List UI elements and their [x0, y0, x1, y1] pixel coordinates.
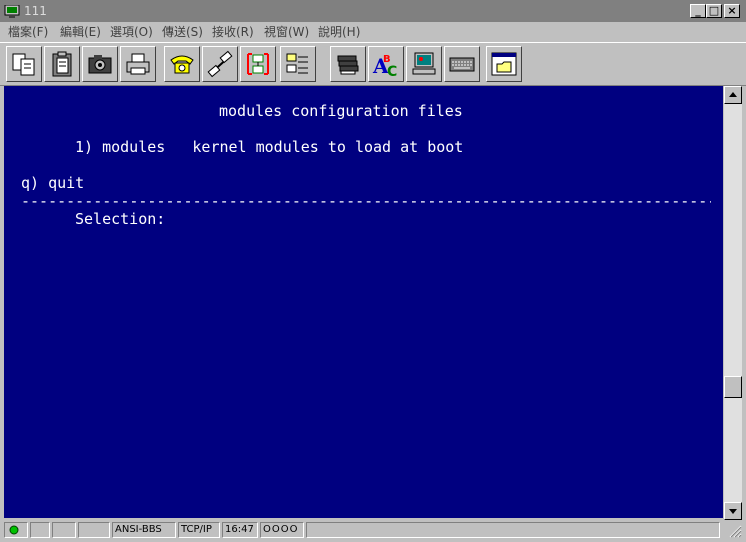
- scroll-up-button[interactable]: [724, 86, 742, 104]
- toolbar-copy-button[interactable]: [6, 46, 42, 82]
- menu-help[interactable]: 說明(H): [318, 25, 360, 39]
- scroll-thumb[interactable]: [724, 376, 742, 398]
- menu-options[interactable]: 選項(O): [110, 25, 153, 39]
- resize-grip-icon[interactable]: [728, 524, 742, 538]
- folder-window-icon: [491, 52, 517, 76]
- transfer-icon: [247, 53, 269, 75]
- svg-text:C: C: [387, 64, 397, 78]
- toolbar-disconnect-button[interactable]: [202, 46, 238, 82]
- phone-icon: [170, 55, 194, 74]
- title-bar[interactable]: 111 _ □ ×: [0, 0, 746, 22]
- toolbar-computer-button[interactable]: [406, 46, 442, 82]
- printer-icon: [126, 53, 150, 75]
- scroll-down-button[interactable]: [724, 502, 742, 520]
- menu-bar: 檔案(F) 編輯(E) 選項(O) 傳送(S) 接收(R) 視窗(W) 說明(H…: [0, 22, 746, 42]
- status-indicators: OOOO: [260, 522, 304, 538]
- computer-icon: [412, 52, 436, 75]
- toolbar-camera-button[interactable]: [82, 46, 118, 82]
- toolbar-window-button[interactable]: [486, 46, 522, 82]
- terminal-screen[interactable]: modules configuration files 1) modules k…: [4, 86, 723, 518]
- arrow-down-icon: [729, 509, 737, 514]
- status-protocol: TCP/IP: [178, 522, 220, 538]
- menu-file[interactable]: 檔案(F): [8, 25, 48, 39]
- keyboard-icon: [449, 57, 475, 72]
- arrow-up-icon: [729, 92, 737, 97]
- terminal-option-modules: 1) modules kernel modules to load at boo…: [75, 138, 464, 156]
- file-manager-icon: [286, 53, 308, 74]
- minimize-button[interactable]: _: [690, 4, 706, 18]
- status-bar: ANSI-BBS TCP/IP 16:47 OOOO: [0, 520, 746, 542]
- toolbar-transfer-button[interactable]: [240, 46, 276, 82]
- paste-icon: [52, 51, 72, 77]
- menu-window[interactable]: 視窗(W): [264, 25, 309, 39]
- status-emulation: ANSI-BBS: [112, 522, 176, 538]
- vertical-scrollbar[interactable]: [724, 86, 742, 520]
- menu-receive[interactable]: 接收(R): [212, 25, 254, 39]
- stack-icon: [337, 55, 359, 75]
- terminal-option-quit: q) quit: [21, 174, 85, 192]
- toolbar-keyboard-button[interactable]: [444, 46, 480, 82]
- close-button[interactable]: ×: [724, 4, 740, 18]
- status-panel-blank-2: [52, 522, 76, 538]
- toolbar-paste-button[interactable]: [44, 46, 80, 82]
- disconnect-icon: [207, 50, 233, 78]
- status-time: 16:47: [222, 522, 258, 538]
- camera-icon: [88, 55, 112, 74]
- toolbar-stack-button[interactable]: [330, 46, 366, 82]
- terminal-app-icon: [4, 4, 20, 18]
- toolbar-file-manager-button[interactable]: [280, 46, 316, 82]
- status-connection-panel: [4, 522, 28, 538]
- copy-icon: [12, 53, 35, 76]
- maximize-button[interactable]: □: [706, 4, 722, 18]
- toolbar: A B C: [0, 42, 746, 86]
- terminal-heading: modules configuration files: [219, 102, 463, 120]
- menu-send[interactable]: 傳送(S): [162, 25, 203, 39]
- status-light-icon: [9, 525, 19, 535]
- status-panel-message: [306, 522, 720, 538]
- menu-edit[interactable]: 編輯(E): [60, 25, 101, 39]
- terminal-divider: ----------------------------------------…: [21, 192, 711, 210]
- toolbar-connect-button[interactable]: [164, 46, 200, 82]
- status-panel-blank-1: [30, 522, 50, 538]
- toolbar-print-button[interactable]: [120, 46, 156, 82]
- toolbar-font-button[interactable]: A B C: [368, 46, 404, 82]
- abc-font-icon: A B C: [372, 54, 397, 78]
- window-title: 111: [24, 4, 47, 18]
- status-panel-blank-3: [78, 522, 110, 538]
- terminal-selection-prompt: Selection:: [75, 210, 166, 228]
